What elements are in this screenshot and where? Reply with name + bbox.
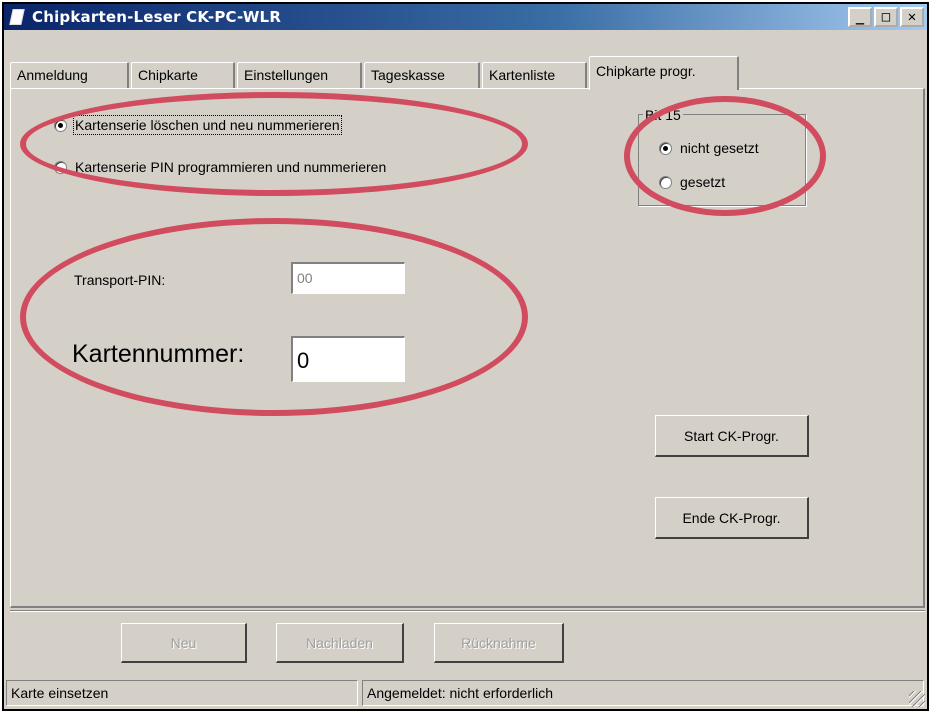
- nachladen-button[interactable]: Nachladen: [276, 623, 404, 663]
- radio-button-icon[interactable]: [54, 160, 67, 174]
- radio-kartenserie-loeschen[interactable]: Kartenserie löschen und neu nummerieren: [54, 115, 342, 135]
- status-pane-left: Karte einsetzen: [6, 680, 358, 706]
- status-pane-right: Angemeldet: nicht erforderlich: [362, 680, 924, 706]
- radio-label: Kartenserie löschen und neu nummerieren: [73, 115, 342, 135]
- radio-button-icon[interactable]: [659, 175, 672, 189]
- minimize-icon[interactable]: _: [848, 7, 872, 27]
- radio-label: gesetzt: [680, 174, 726, 190]
- close-icon[interactable]: ✕: [900, 7, 924, 27]
- transport-pin-label: Transport-PIN:: [74, 272, 166, 288]
- resize-grip-icon[interactable]: [909, 691, 925, 707]
- tab-anmeldung[interactable]: Anmeldung: [10, 62, 129, 88]
- app-icon: [9, 9, 25, 25]
- transport-pin-field[interactable]: 00: [291, 262, 405, 294]
- kartennummer-label: Kartennummer:: [72, 340, 245, 368]
- bit15-group: Bit 15: [638, 107, 806, 206]
- divider: [10, 610, 925, 612]
- ruecknahme-button[interactable]: Rücknahme: [434, 623, 564, 663]
- ende-ck-progr-button[interactable]: Ende CK-Progr.: [655, 497, 809, 539]
- radio-button-icon[interactable]: [54, 118, 67, 132]
- radio-button-icon[interactable]: [659, 141, 672, 155]
- status-bar: Karte einsetzen Angemeldet: nicht erford…: [4, 676, 927, 709]
- radio-label: Kartenserie PIN programmieren und nummer…: [75, 159, 387, 175]
- start-ck-progr-button[interactable]: Start CK-Progr.: [655, 415, 809, 457]
- tab-kartenliste[interactable]: Kartenliste: [482, 62, 587, 88]
- window-title: Chipkarten-Leser CK-PC-WLR: [32, 8, 282, 26]
- radio-kartenserie-pin[interactable]: Kartenserie PIN programmieren und nummer…: [54, 159, 386, 175]
- app-window: Chipkarten-Leser CK-PC-WLR _ □ ✕ Anmeldu…: [2, 2, 929, 711]
- maximize-icon[interactable]: □: [874, 7, 898, 27]
- tab-chipkarte-progr[interactable]: Chipkarte progr.: [589, 56, 739, 90]
- title-bar[interactable]: Chipkarten-Leser CK-PC-WLR _ □ ✕: [4, 4, 927, 30]
- kartennummer-field[interactable]: 0: [291, 336, 405, 382]
- radio-gesetzt[interactable]: gesetzt: [659, 174, 725, 190]
- neu-button[interactable]: Neu: [121, 623, 247, 663]
- tab-einstellungen[interactable]: Einstellungen: [237, 62, 362, 88]
- window-controls: _ □ ✕: [848, 7, 924, 27]
- radio-nicht-gesetzt[interactable]: nicht gesetzt: [659, 140, 759, 156]
- radio-label: nicht gesetzt: [680, 140, 759, 156]
- tab-tageskasse[interactable]: Tageskasse: [364, 62, 480, 88]
- bit15-legend: Bit 15: [643, 107, 683, 123]
- tab-chipkarte[interactable]: Chipkarte: [131, 62, 235, 88]
